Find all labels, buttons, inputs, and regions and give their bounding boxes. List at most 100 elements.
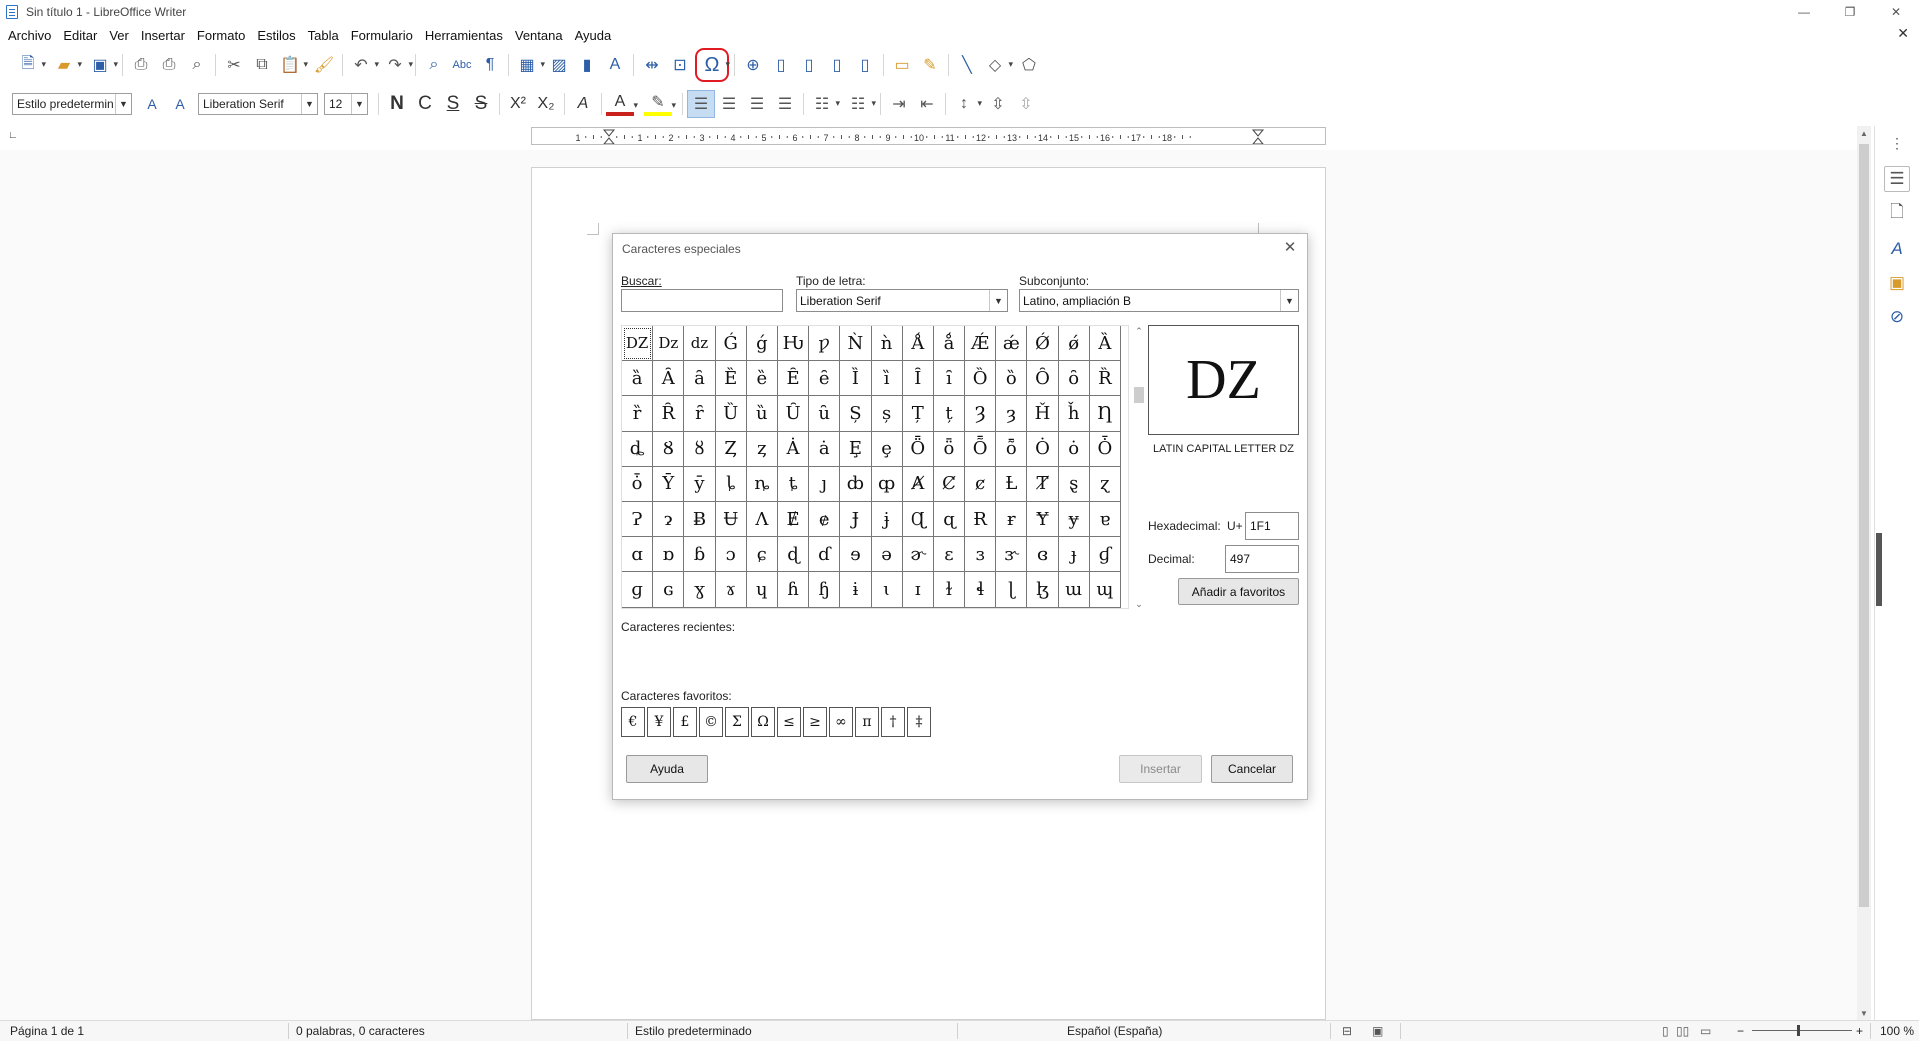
menu-formulario[interactable]: Formulario: [347, 28, 421, 43]
insert-special-character-icon[interactable]: Ω: [695, 48, 730, 82]
chevron-down-icon[interactable]: ▼: [351, 94, 367, 114]
bold-button[interactable]: N: [383, 90, 411, 118]
align-center-icon[interactable]: ☰: [715, 90, 743, 118]
character-cell[interactable]: ȥ: [746, 431, 778, 467]
character-cell[interactable]: ɏ: [1058, 501, 1090, 538]
character-cell[interactable]: Dz: [653, 326, 685, 362]
formatting-marks-icon[interactable]: ¶: [476, 51, 504, 79]
character-cell[interactable]: Ȋ: [902, 361, 934, 397]
character-cell[interactable]: ȳ: [684, 466, 716, 502]
character-cell[interactable]: Ƕ: [777, 326, 810, 362]
character-cell[interactable]: ȗ: [809, 396, 841, 432]
redo-icon[interactable]: ↷: [381, 51, 413, 79]
new-document-icon[interactable]: 🗎: [14, 51, 46, 79]
decimal-input[interactable]: 497: [1225, 545, 1299, 573]
character-cell[interactable]: ɜ: [965, 537, 997, 573]
character-cell[interactable]: ȍ: [996, 361, 1028, 397]
character-cell[interactable]: ɡ: [622, 572, 654, 608]
character-cell[interactable]: Ȗ: [777, 396, 810, 432]
character-cell[interactable]: ƿ: [809, 326, 841, 362]
character-cell[interactable]: ɭ: [996, 572, 1028, 608]
favorite-character[interactable]: Σ: [725, 707, 749, 737]
scrollbar-thumb[interactable]: [1134, 387, 1144, 403]
font-size-combo[interactable]: 12 ▼: [324, 93, 368, 115]
justify-icon[interactable]: ☰: [771, 90, 799, 118]
character-cell[interactable]: Ȏ: [1027, 361, 1059, 397]
track-changes-icon[interactable]: ✎: [916, 51, 944, 79]
basic-shapes-icon[interactable]: ◇: [981, 51, 1013, 79]
character-cell[interactable]: Ƞ: [1089, 396, 1121, 432]
character-cell[interactable]: ɓ: [684, 537, 716, 573]
character-cell[interactable]: ɉ: [871, 501, 903, 538]
hex-input[interactable]: 1F1: [1245, 512, 1299, 540]
character-cell[interactable]: ɂ: [653, 501, 685, 538]
character-cell[interactable]: Ʌ: [746, 501, 778, 538]
character-cell[interactable]: ɤ: [715, 572, 747, 608]
character-cell[interactable]: Ȑ: [1089, 361, 1121, 397]
character-cell[interactable]: ȟ: [1058, 396, 1090, 432]
insert-table-icon[interactable]: ▦: [513, 51, 545, 79]
insert-button[interactable]: Insertar: [1119, 755, 1202, 783]
character-cell[interactable]: Ȃ: [653, 361, 685, 397]
character-cell[interactable]: ɥ: [746, 572, 778, 608]
character-cell[interactable]: ș: [871, 396, 903, 432]
insert-cross-reference-icon[interactable]: ▯: [851, 51, 879, 79]
menu-editar[interactable]: Editar: [59, 28, 105, 43]
character-cell[interactable]: ɔ: [715, 537, 747, 573]
character-cell[interactable]: ɖ: [777, 537, 810, 573]
character-cell[interactable]: Ȭ: [965, 431, 997, 467]
word-count[interactable]: 0 palabras, 0 caracteres: [296, 1024, 425, 1038]
undo-icon[interactable]: ↶: [347, 51, 379, 79]
horizontal-ruler[interactable]: 1 1 2 3 4 5 6 7 8 9 10 11 12 13 14 15 16 17 18: [531, 127, 1326, 145]
page-count[interactable]: Página 1 de 1: [10, 1024, 84, 1038]
character-cell[interactable]: ȋ: [933, 361, 966, 397]
insert-comment-icon[interactable]: ▭: [888, 51, 916, 79]
favorite-character[interactable]: ∞: [829, 707, 853, 737]
single-page-view-icon[interactable]: ▯: [1662, 1024, 1669, 1038]
chevron-down-icon[interactable]: ▼: [301, 94, 317, 114]
subscript-icon[interactable]: X₂: [532, 90, 560, 118]
character-cell[interactable]: Ȳ: [653, 466, 685, 502]
character-cell[interactable]: Ʉ: [715, 501, 747, 538]
character-cell[interactable]: ȇ: [809, 361, 841, 397]
character-cell[interactable]: ɞ: [1027, 537, 1059, 573]
character-cell[interactable]: dz: [684, 326, 716, 362]
page-style[interactable]: Estilo predeterminado: [635, 1024, 752, 1038]
character-cell[interactable]: Ț: [902, 396, 934, 432]
character-cell[interactable]: Ɂ: [622, 501, 654, 538]
scroll-up-icon[interactable]: ⌃: [1132, 326, 1146, 337]
character-cell[interactable]: ǽ: [996, 326, 1028, 362]
character-cell[interactable]: ɪ: [902, 572, 934, 608]
character-cell[interactable]: Ȱ: [1089, 431, 1121, 467]
minimize-icon[interactable]: —: [1781, 0, 1827, 24]
character-cell[interactable]: ɯ: [1058, 572, 1090, 608]
menu-ver[interactable]: Ver: [105, 28, 137, 43]
superscript-icon[interactable]: X²: [504, 90, 532, 118]
insert-bookmark-icon[interactable]: ▯: [823, 51, 851, 79]
character-cell[interactable]: Ǿ: [1027, 326, 1059, 362]
selection-mode-icon[interactable]: ⊟: [1342, 1024, 1352, 1038]
favorite-character[interactable]: π: [855, 707, 879, 737]
update-style-icon[interactable]: A: [138, 90, 166, 118]
favorite-character[interactable]: ‡: [907, 707, 931, 737]
character-cell[interactable]: ȷ: [809, 466, 841, 502]
character-cell[interactable]: ɐ: [1089, 501, 1121, 538]
character-cell[interactable]: Ȅ: [715, 361, 747, 397]
character-cell[interactable]: ɬ: [965, 572, 997, 608]
character-cell[interactable]: ɦ: [777, 572, 810, 608]
print-preview-icon[interactable]: ⌕: [183, 51, 211, 79]
favorite-character[interactable]: Ω: [751, 707, 775, 737]
character-cell[interactable]: ȱ: [622, 466, 654, 502]
highlight-color-icon[interactable]: ✎: [644, 92, 676, 116]
font-name-combo[interactable]: Liberation Serif ▼: [198, 93, 318, 115]
character-cell[interactable]: ɑ: [622, 537, 654, 573]
copy-icon[interactable]: ⧉: [248, 51, 276, 79]
character-cell[interactable]: ɒ: [653, 537, 685, 573]
character-cell[interactable]: ɛ: [933, 537, 966, 573]
character-grid[interactable]: DZ Dz dz Ǵǵ Ƕƿ Ǹǹ Ǻǻ Ǽǽ Ǿǿ Ȁȁ Ȃȃ Ȅȅ Ȇȇ Ȉȉ Ȋȋ Ȍȍ Ȏȏ Ȑȑ Ȓȓ Ȕȕ…: [621, 325, 1144, 609]
increase-indent-icon[interactable]: ⇥: [885, 90, 913, 118]
spelling-icon[interactable]: Abc: [448, 51, 476, 79]
character-cell[interactable]: ȕ: [746, 396, 778, 432]
character-cell[interactable]: Ȁ: [1089, 326, 1121, 362]
favorite-character[interactable]: ≥: [803, 707, 827, 737]
